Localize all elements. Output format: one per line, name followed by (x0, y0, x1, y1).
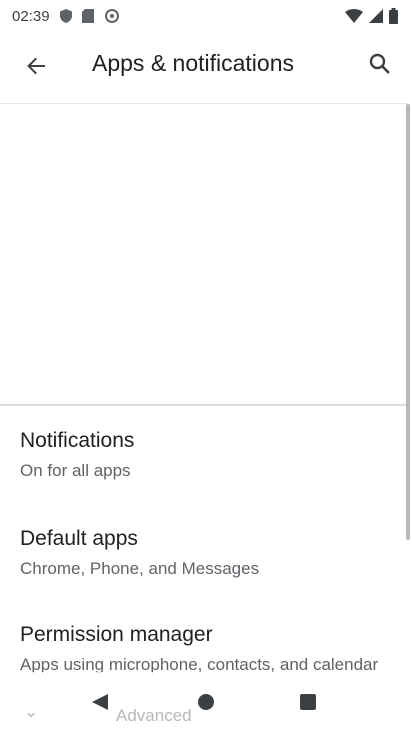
section-divider (0, 404, 408, 406)
recent-apps-area (0, 104, 408, 404)
advanced-chevron-icon: ⌄ (24, 702, 39, 721)
scrollbar[interactable] (406, 104, 410, 540)
nav-back-button[interactable] (86, 690, 114, 718)
status-right (345, 8, 398, 24)
square-recents-icon (299, 693, 317, 716)
triangle-back-icon (90, 692, 110, 717)
list-item-title: Notifications (20, 429, 135, 452)
arrow-back-icon (26, 56, 46, 81)
list-item-subtitle: On for all apps (20, 461, 131, 480)
page-title: Apps & notifications (92, 50, 295, 76)
nav-recents-button[interactable] (294, 690, 322, 718)
search-icon (369, 53, 391, 80)
signal-icon (369, 9, 383, 23)
app-bar: Apps & notifications (0, 32, 412, 100)
circle-home-icon (197, 693, 215, 716)
list-item-permission-manager[interactable]: Permission manager Apps using microphone… (20, 622, 390, 676)
wifi-icon (345, 9, 363, 23)
back-button[interactable] (20, 52, 52, 84)
list-item-notifications[interactable]: Notifications On for all apps (20, 428, 390, 482)
sync-icon (104, 8, 120, 24)
battery-icon (389, 8, 398, 24)
status-time: 02:39 (12, 7, 50, 25)
nav-home-button[interactable] (192, 690, 220, 718)
status-bar: 02:39 (0, 0, 412, 32)
advanced-label: Advanced (116, 706, 192, 725)
list-item-title: Default apps (20, 527, 138, 550)
status-left: 02:39 (12, 8, 120, 25)
list-item-default-apps[interactable]: Default apps Chrome, Phone, and Messages (20, 526, 390, 580)
sd-card-icon (81, 9, 94, 23)
shield-icon (59, 9, 72, 23)
list-item-subtitle: Chrome, Phone, and Messages (20, 559, 260, 578)
search-button[interactable] (364, 50, 396, 82)
navigation-bar: ⌄ Advanced (0, 672, 412, 732)
list-item-title: Permission manager (20, 623, 213, 646)
